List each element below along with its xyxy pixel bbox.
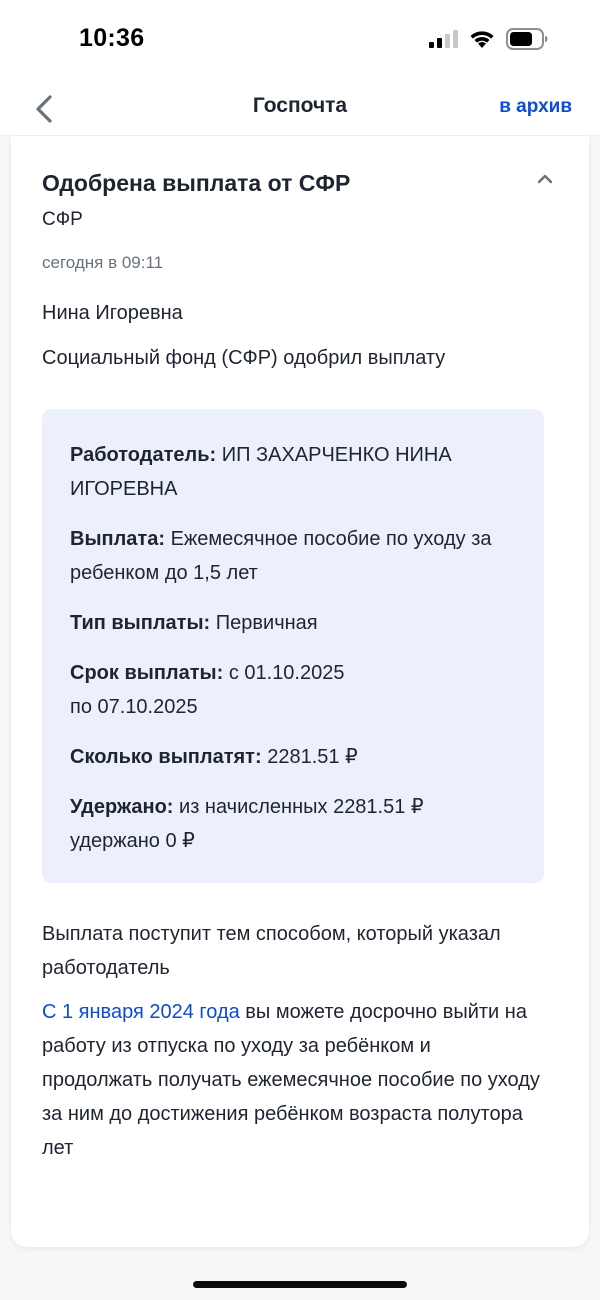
detail-payment-period: Срок выплаты: с 01.10.2025 по 07.10.2025	[70, 656, 516, 724]
detail-value: Первичная	[215, 612, 318, 634]
detail-label: Сколько выплатят:	[70, 746, 262, 768]
message-sender: СФР	[42, 209, 83, 230]
detail-value: 2281.51 ₽	[267, 746, 358, 768]
wifi-icon	[470, 31, 494, 48]
detail-label: Удержано:	[70, 796, 174, 818]
message-card: Одобрена выплата от СФР СФР сегодня в 09…	[11, 136, 589, 1247]
payment-note: Выплата поступит тем способом, который у…	[42, 923, 501, 979]
status-bar: 10:36	[0, 0, 600, 82]
nav-bar: Госпочта в архив	[0, 82, 600, 136]
chevron-up-icon	[537, 174, 553, 184]
detail-label: Срок выплаты:	[70, 662, 224, 684]
message-intro: Социальный фонд (СФР) одобрил выплату	[42, 347, 446, 369]
info-paragraph: С 1 января 2024 года вы можете досрочно …	[42, 995, 542, 1165]
detail-employer: Работодатель: ИП ЗАХАРЧЕНКО НИНА ИГОРЕВН…	[70, 438, 516, 506]
detail-label: Выплата:	[70, 528, 166, 550]
detail-label: Тип выплаты:	[70, 612, 211, 634]
detail-value: по 07.10.2025	[70, 696, 198, 718]
info-text: вы можете досрочно выйти на работу из от…	[42, 1001, 540, 1159]
detail-value: из начисленных 2281.51 ₽	[179, 796, 424, 818]
detail-value: с 01.10.2025	[228, 662, 345, 684]
signal-icon	[429, 30, 458, 48]
detail-withheld: Удержано: из начисленных 2281.51 ₽ удерж…	[70, 790, 516, 858]
home-indicator	[193, 1281, 407, 1288]
status-time: 10:36	[79, 24, 145, 52]
status-icons	[428, 28, 548, 50]
info-link[interactable]: С 1 января 2024 года	[42, 1001, 240, 1023]
detail-payment: Выплата: Ежемесячное пособие по уходу за…	[70, 522, 516, 590]
battery-icon	[506, 28, 548, 50]
collapse-button[interactable]	[535, 172, 555, 186]
detail-amount: Сколько выплатят: 2281.51 ₽	[70, 740, 516, 774]
message-date: сегодня в 09:11	[42, 253, 164, 272]
detail-payment-type: Тип выплаты: Первичная	[70, 606, 516, 640]
payment-details-box: Работодатель: ИП ЗАХАРЧЕНКО НИНА ИГОРЕВН…	[42, 409, 544, 883]
detail-value: удержано 0 ₽	[70, 830, 195, 852]
archive-button[interactable]: в архив	[499, 96, 572, 118]
message-greeting: Нина Игоревна	[42, 302, 183, 324]
message-title: Одобрена выплата от СФР	[42, 170, 351, 196]
detail-label: Работодатель:	[70, 444, 217, 466]
